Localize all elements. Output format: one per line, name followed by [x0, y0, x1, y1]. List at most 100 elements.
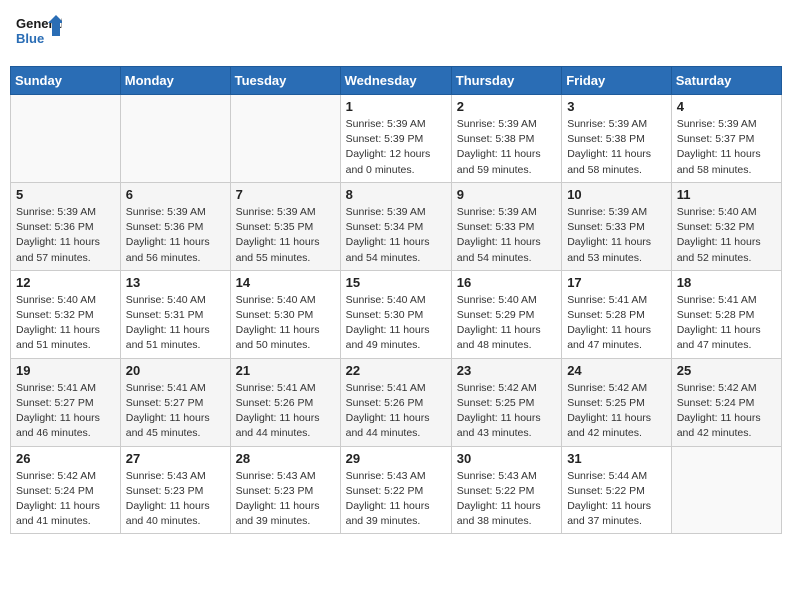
day-info: Sunrise: 5:39 AM Sunset: 5:38 PM Dayligh… [457, 117, 556, 178]
calendar-cell: 22 Sunrise: 5:41 AM Sunset: 5:26 PM Dayli… [340, 358, 451, 446]
day-info: Sunrise: 5:39 AM Sunset: 5:36 PM Dayligh… [126, 205, 225, 266]
day-number: 17 [567, 275, 666, 290]
calendar-cell: 12 Sunrise: 5:40 AM Sunset: 5:32 PM Dayli… [11, 270, 121, 358]
day-info: Sunrise: 5:39 AM Sunset: 5:38 PM Dayligh… [567, 117, 666, 178]
day-number: 20 [126, 363, 225, 378]
calendar-cell [120, 95, 230, 183]
calendar-table: SundayMondayTuesdayWednesdayThursdayFrid… [10, 66, 782, 534]
day-info: Sunrise: 5:40 AM Sunset: 5:30 PM Dayligh… [346, 293, 446, 354]
day-number: 18 [677, 275, 776, 290]
calendar-cell: 5 Sunrise: 5:39 AM Sunset: 5:36 PM Daylig… [11, 182, 121, 270]
calendar-cell: 28 Sunrise: 5:43 AM Sunset: 5:23 PM Dayli… [230, 446, 340, 534]
day-number: 30 [457, 451, 556, 466]
day-info: Sunrise: 5:41 AM Sunset: 5:28 PM Dayligh… [567, 293, 666, 354]
day-info: Sunrise: 5:42 AM Sunset: 5:25 PM Dayligh… [567, 381, 666, 442]
calendar-cell: 21 Sunrise: 5:41 AM Sunset: 5:26 PM Dayli… [230, 358, 340, 446]
calendar-cell: 16 Sunrise: 5:40 AM Sunset: 5:29 PM Dayli… [451, 270, 561, 358]
day-number: 27 [126, 451, 225, 466]
calendar-cell [671, 446, 781, 534]
calendar-cell: 31 Sunrise: 5:44 AM Sunset: 5:22 PM Dayli… [562, 446, 672, 534]
day-info: Sunrise: 5:40 AM Sunset: 5:32 PM Dayligh… [677, 205, 776, 266]
day-number: 13 [126, 275, 225, 290]
day-info: Sunrise: 5:40 AM Sunset: 5:30 PM Dayligh… [236, 293, 335, 354]
day-number: 7 [236, 187, 335, 202]
calendar-cell: 8 Sunrise: 5:39 AM Sunset: 5:34 PM Daylig… [340, 182, 451, 270]
day-info: Sunrise: 5:39 AM Sunset: 5:35 PM Dayligh… [236, 205, 335, 266]
day-info: Sunrise: 5:39 AM Sunset: 5:39 PM Dayligh… [346, 117, 446, 178]
day-number: 11 [677, 187, 776, 202]
day-info: Sunrise: 5:42 AM Sunset: 5:24 PM Dayligh… [677, 381, 776, 442]
calendar-week-row: 19Sunrise: 5:41 AM Sunset: 5:27 PM Dayli… [11, 358, 782, 446]
day-info: Sunrise: 5:43 AM Sunset: 5:22 PM Dayligh… [346, 469, 446, 530]
day-number: 12 [16, 275, 115, 290]
weekday-header-sunday: Sunday [11, 67, 121, 95]
calendar-header-row: SundayMondayTuesdayWednesdayThursdayFrid… [11, 67, 782, 95]
day-number: 16 [457, 275, 556, 290]
day-info: Sunrise: 5:39 AM Sunset: 5:36 PM Dayligh… [16, 205, 115, 266]
day-info: Sunrise: 5:40 AM Sunset: 5:32 PM Dayligh… [16, 293, 115, 354]
day-number: 23 [457, 363, 556, 378]
day-info: Sunrise: 5:43 AM Sunset: 5:22 PM Dayligh… [457, 469, 556, 530]
day-number: 31 [567, 451, 666, 466]
weekday-header-friday: Friday [562, 67, 672, 95]
weekday-header-thursday: Thursday [451, 67, 561, 95]
day-info: Sunrise: 5:41 AM Sunset: 5:26 PM Dayligh… [236, 381, 335, 442]
calendar-cell: 10Sunrise: 5:39 AM Sunset: 5:33 PM Dayli… [562, 182, 672, 270]
day-number: 2 [457, 99, 556, 114]
calendar-cell: 29 Sunrise: 5:43 AM Sunset: 5:22 PM Dayli… [340, 446, 451, 534]
calendar-cell: 11 Sunrise: 5:40 AM Sunset: 5:32 PM Dayli… [671, 182, 781, 270]
calendar-cell: 23 Sunrise: 5:42 AM Sunset: 5:25 PM Dayli… [451, 358, 561, 446]
calendar-cell: 9Sunrise: 5:39 AM Sunset: 5:33 PM Daylig… [451, 182, 561, 270]
calendar-cell: 18 Sunrise: 5:41 AM Sunset: 5:28 PM Dayli… [671, 270, 781, 358]
calendar-cell: 3 Sunrise: 5:39 AM Sunset: 5:38 PM Daylig… [562, 95, 672, 183]
day-info: Sunrise: 5:42 AM Sunset: 5:24 PM Dayligh… [16, 469, 115, 530]
day-number: 14 [236, 275, 335, 290]
calendar-week-row: 1Sunrise: 5:39 AM Sunset: 5:39 PM Daylig… [11, 95, 782, 183]
day-number: 22 [346, 363, 446, 378]
day-info: Sunrise: 5:42 AM Sunset: 5:25 PM Dayligh… [457, 381, 556, 442]
calendar-cell: 17 Sunrise: 5:41 AM Sunset: 5:28 PM Dayli… [562, 270, 672, 358]
day-number: 29 [346, 451, 446, 466]
day-info: Sunrise: 5:41 AM Sunset: 5:27 PM Dayligh… [126, 381, 225, 442]
weekday-header-saturday: Saturday [671, 67, 781, 95]
calendar-cell: 7 Sunrise: 5:39 AM Sunset: 5:35 PM Daylig… [230, 182, 340, 270]
calendar-cell: 6 Sunrise: 5:39 AM Sunset: 5:36 PM Daylig… [120, 182, 230, 270]
day-number: 6 [126, 187, 225, 202]
calendar-cell: 26Sunrise: 5:42 AM Sunset: 5:24 PM Dayli… [11, 446, 121, 534]
day-number: 21 [236, 363, 335, 378]
weekday-header-tuesday: Tuesday [230, 67, 340, 95]
day-info: Sunrise: 5:41 AM Sunset: 5:28 PM Dayligh… [677, 293, 776, 354]
calendar-cell: 30 Sunrise: 5:43 AM Sunset: 5:22 PM Dayli… [451, 446, 561, 534]
day-info: Sunrise: 5:39 AM Sunset: 5:37 PM Dayligh… [677, 117, 776, 178]
day-info: Sunrise: 5:44 AM Sunset: 5:22 PM Dayligh… [567, 469, 666, 530]
calendar-cell: 14 Sunrise: 5:40 AM Sunset: 5:30 PM Dayli… [230, 270, 340, 358]
calendar-cell: 4 Sunrise: 5:39 AM Sunset: 5:37 PM Daylig… [671, 95, 781, 183]
calendar-week-row: 26Sunrise: 5:42 AM Sunset: 5:24 PM Dayli… [11, 446, 782, 534]
calendar-cell: 27Sunrise: 5:43 AM Sunset: 5:23 PM Dayli… [120, 446, 230, 534]
day-number: 8 [346, 187, 446, 202]
calendar-cell: 20 Sunrise: 5:41 AM Sunset: 5:27 PM Dayli… [120, 358, 230, 446]
day-number: 24 [567, 363, 666, 378]
calendar-cell: 19Sunrise: 5:41 AM Sunset: 5:27 PM Dayli… [11, 358, 121, 446]
day-number: 3 [567, 99, 666, 114]
day-number: 25 [677, 363, 776, 378]
day-info: Sunrise: 5:43 AM Sunset: 5:23 PM Dayligh… [236, 469, 335, 530]
calendar-cell [230, 95, 340, 183]
page-header: General Blue [10, 10, 782, 58]
day-number: 4 [677, 99, 776, 114]
calendar-cell: 13Sunrise: 5:40 AM Sunset: 5:31 PM Dayli… [120, 270, 230, 358]
day-number: 5 [16, 187, 115, 202]
calendar-cell: 1Sunrise: 5:39 AM Sunset: 5:39 PM Daylig… [340, 95, 451, 183]
calendar-cell [11, 95, 121, 183]
day-info: Sunrise: 5:41 AM Sunset: 5:27 PM Dayligh… [16, 381, 115, 442]
calendar-cell: 24 Sunrise: 5:42 AM Sunset: 5:25 PM Dayli… [562, 358, 672, 446]
day-info: Sunrise: 5:39 AM Sunset: 5:33 PM Dayligh… [567, 205, 666, 266]
calendar-cell: 2 Sunrise: 5:39 AM Sunset: 5:38 PM Daylig… [451, 95, 561, 183]
day-info: Sunrise: 5:41 AM Sunset: 5:26 PM Dayligh… [346, 381, 446, 442]
day-info: Sunrise: 5:39 AM Sunset: 5:34 PM Dayligh… [346, 205, 446, 266]
calendar-week-row: 12 Sunrise: 5:40 AM Sunset: 5:32 PM Dayli… [11, 270, 782, 358]
day-info: Sunrise: 5:40 AM Sunset: 5:29 PM Dayligh… [457, 293, 556, 354]
day-number: 28 [236, 451, 335, 466]
weekday-header-monday: Monday [120, 67, 230, 95]
day-info: Sunrise: 5:39 AM Sunset: 5:33 PM Dayligh… [457, 205, 556, 266]
